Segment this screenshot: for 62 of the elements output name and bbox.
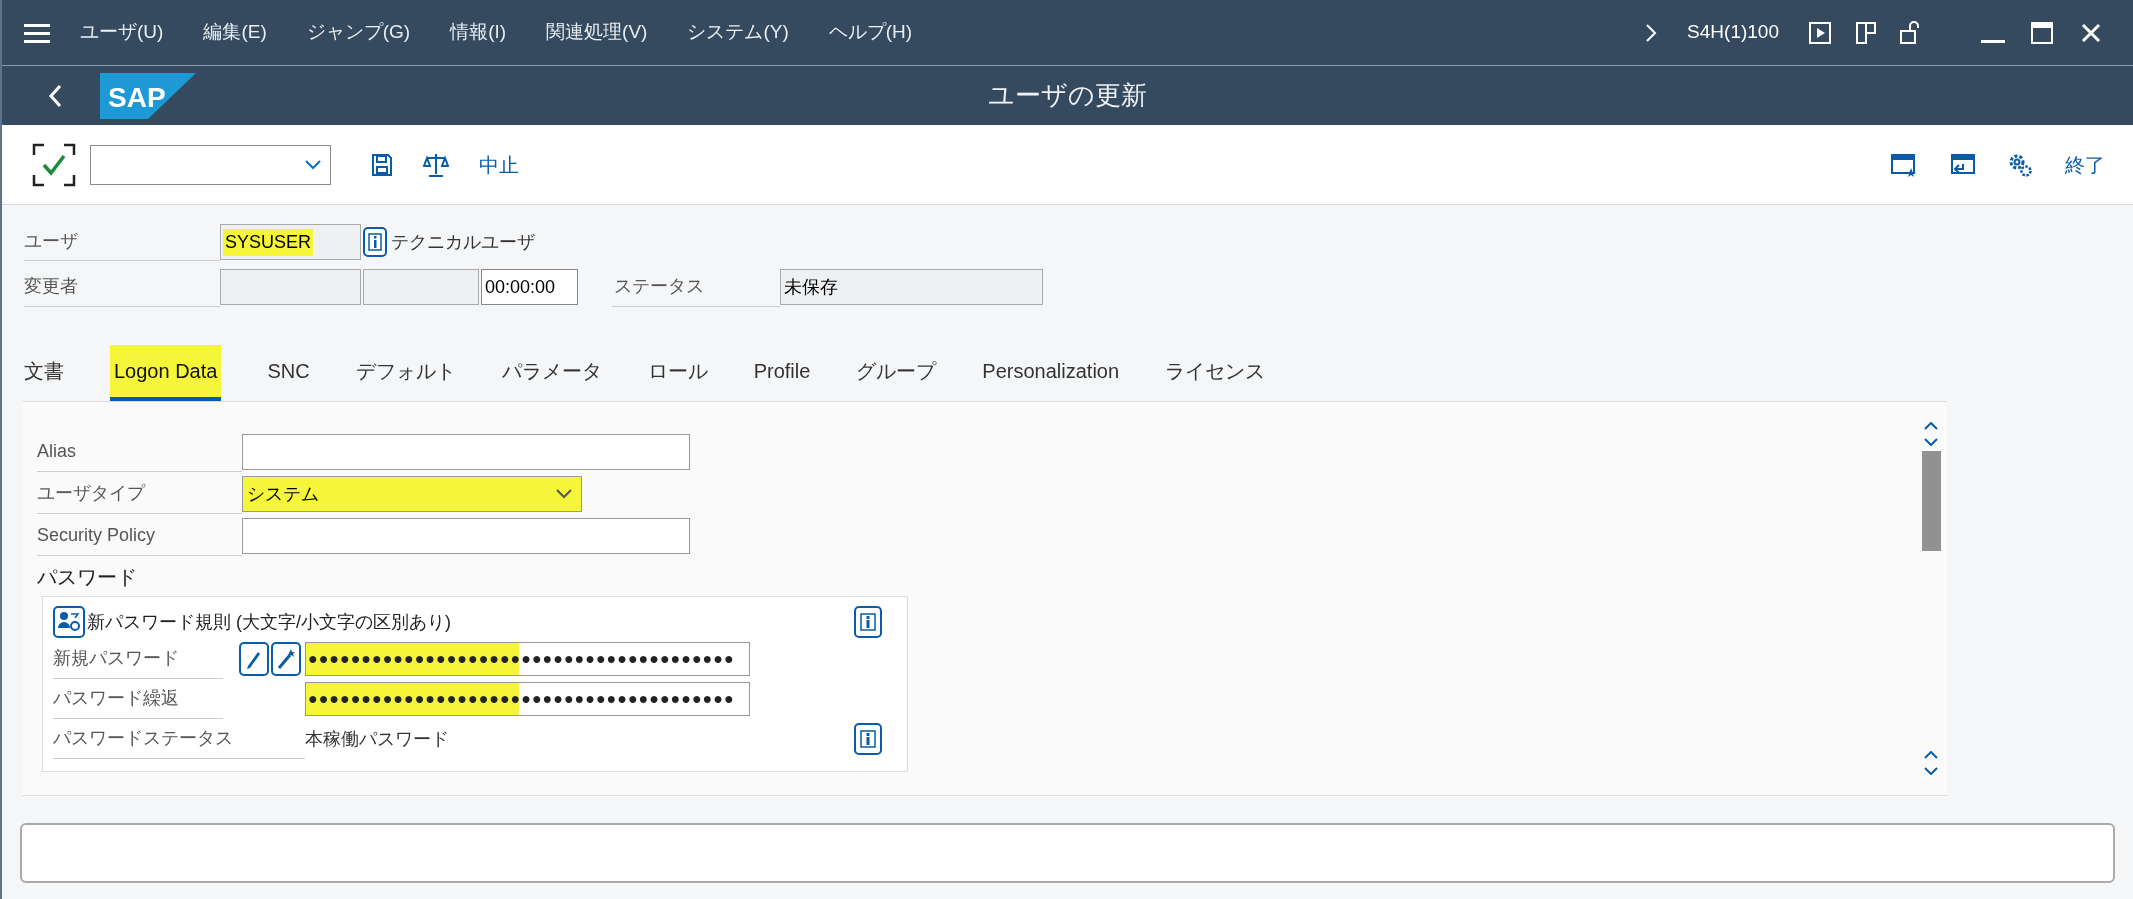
- tab[interactable]: Profile: [753, 345, 811, 401]
- command-field[interactable]: [90, 144, 331, 185]
- cancel-button[interactable]: 中止: [479, 149, 519, 180]
- scroll-down-icon[interactable]: [1924, 438, 1938, 446]
- magic-wand-icon[interactable]: [271, 642, 301, 676]
- menu-item[interactable]: ユーザ(U): [80, 18, 164, 47]
- users-icon[interactable]: [53, 606, 85, 638]
- menu-item[interactable]: システム(Y): [687, 18, 789, 47]
- tab[interactable]: グループ: [856, 345, 937, 401]
- menu-item[interactable]: ヘルプ(H): [828, 18, 913, 47]
- menu-item[interactable]: 情報(I): [450, 18, 507, 47]
- menu-item[interactable]: 編集(E): [203, 18, 267, 47]
- tab[interactable]: ライセンス: [1165, 345, 1266, 401]
- field-label: パスワード繰返: [53, 679, 223, 719]
- page-title: ユーザの更新: [988, 79, 1147, 112]
- info-icon[interactable]: [854, 606, 882, 638]
- chevron-down-icon: [555, 488, 573, 500]
- scroll-up-icon[interactable]: [1924, 422, 1938, 430]
- pencil-icon[interactable]: [239, 642, 269, 676]
- dropdown-field[interactable]: システム: [242, 476, 582, 512]
- scroll-down-icon[interactable]: [1924, 767, 1938, 775]
- time-field: 00:00:00: [481, 269, 578, 305]
- enter-button-icon[interactable]: [32, 142, 76, 187]
- tab[interactable]: ロール: [647, 345, 708, 401]
- scrollbar-thumb[interactable]: [1921, 451, 1941, 551]
- exit-button[interactable]: 終了: [2065, 149, 2105, 180]
- input-field[interactable]: [242, 434, 690, 470]
- user-type-text: テクニカルユーザ: [391, 230, 535, 254]
- field-value: システム: [246, 482, 320, 506]
- maximize-icon[interactable]: [2031, 21, 2053, 44]
- scroll-up-icon[interactable]: [1924, 751, 1938, 759]
- field-value: SYSUSER: [223, 228, 314, 256]
- status-text: 本稼働パスワード: [305, 727, 449, 751]
- info-icon[interactable]: [854, 723, 882, 755]
- field-label: パスワードステータス: [53, 719, 305, 759]
- close-icon[interactable]: [2081, 22, 2101, 43]
- info-icon[interactable]: [363, 227, 387, 257]
- menu-item[interactable]: 関連処理(V): [546, 18, 648, 47]
- tab[interactable]: 文書: [24, 345, 64, 401]
- logo: SAP: [100, 72, 196, 119]
- rule-text: 新パスワード規則 (大文字/小文字の区別あり): [87, 610, 451, 634]
- save-icon[interactable]: [371, 152, 393, 177]
- tab[interactable]: パラメータ: [501, 345, 602, 401]
- scale-icon[interactable]: [423, 151, 449, 178]
- layout-icon[interactable]: [1855, 20, 1877, 45]
- tab[interactable]: デフォルト: [355, 345, 456, 401]
- tab[interactable]: SNC: [267, 345, 310, 401]
- chevron-right-icon[interactable]: [1645, 22, 1658, 43]
- chevron-down-icon: [304, 158, 322, 171]
- menu-icon[interactable]: [24, 22, 50, 43]
- status-field: 未保存: [780, 269, 1043, 305]
- section-heading: パスワード: [37, 565, 138, 590]
- field-label: 新規パスワード: [53, 639, 223, 679]
- system-info: S4H(1)100: [1687, 20, 1779, 45]
- lock-icon[interactable]: [1899, 20, 1921, 45]
- tab[interactable]: Personalization: [982, 345, 1120, 401]
- tab[interactable]: Logon Data: [110, 345, 222, 401]
- window-return-icon[interactable]: [1949, 152, 1975, 177]
- play-icon[interactable]: [1809, 21, 1831, 44]
- input-field[interactable]: [242, 518, 690, 554]
- menu-item[interactable]: ジャンプ(G): [306, 18, 411, 47]
- back-icon[interactable]: [48, 83, 62, 108]
